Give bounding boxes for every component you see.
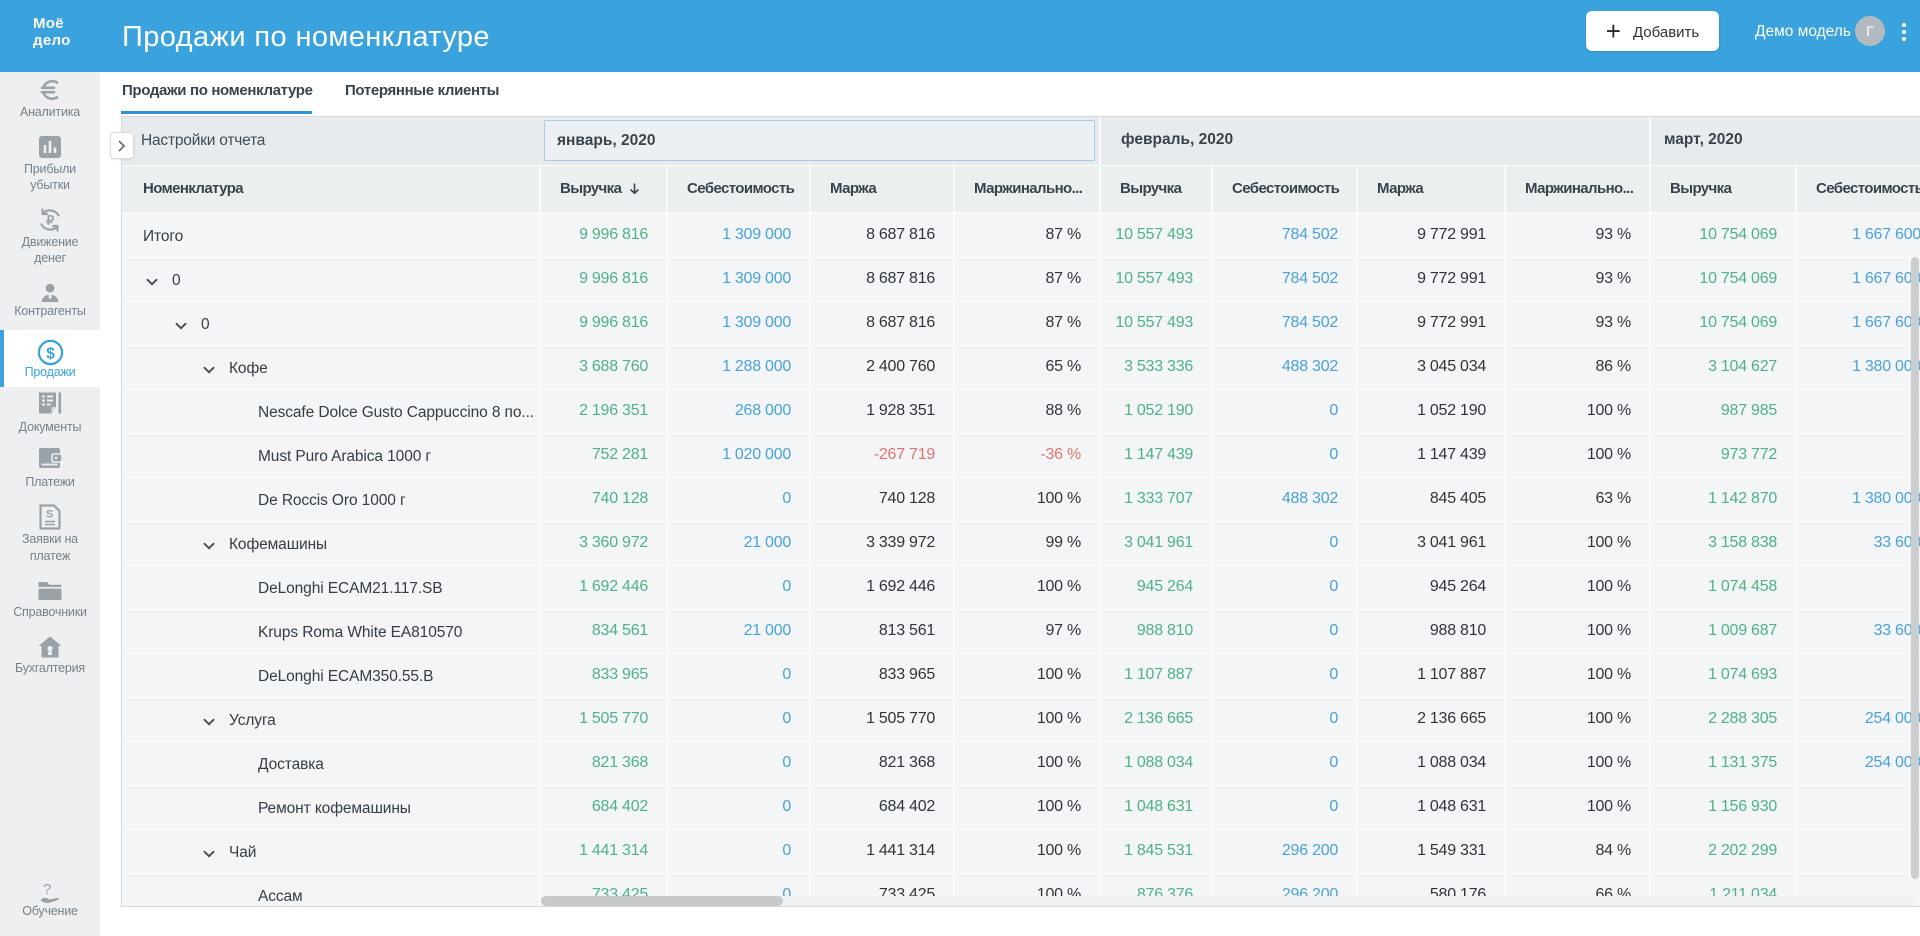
svg-text:S: S xyxy=(46,509,53,521)
svg-text:$: $ xyxy=(46,345,55,362)
svg-text:?: ? xyxy=(43,881,51,898)
svg-text:₽: ₽ xyxy=(46,214,55,228)
